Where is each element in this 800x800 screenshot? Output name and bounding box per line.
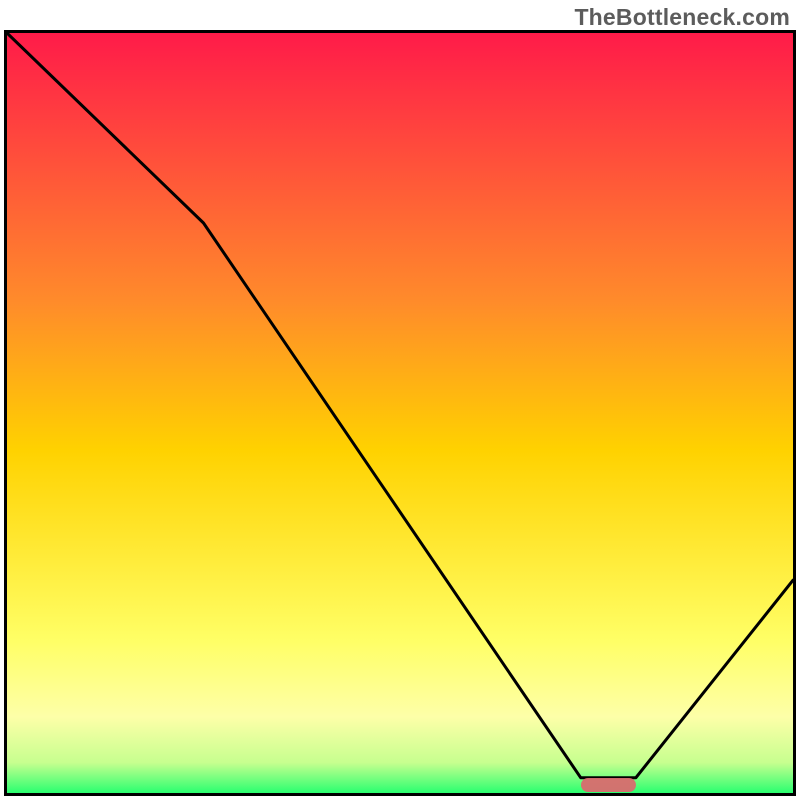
watermark-text: TheBottleneck.com (574, 4, 790, 31)
chart-box (4, 30, 796, 796)
chart-stage: TheBottleneck.com (0, 0, 800, 800)
chart-overlay (7, 33, 793, 793)
curve-line (7, 33, 793, 778)
optimum-marker (581, 778, 636, 792)
